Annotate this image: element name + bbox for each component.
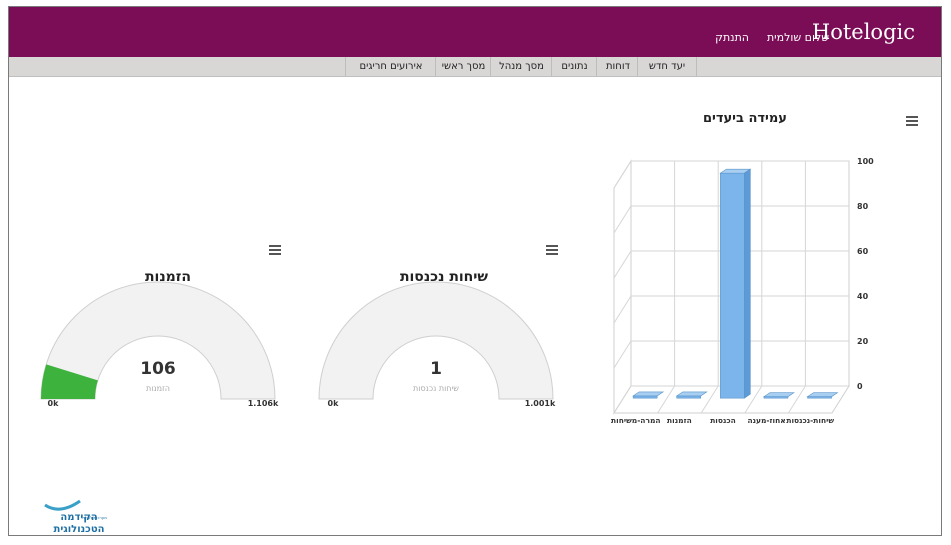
header-bar: Hotelogic שלום שולמית התנתק <box>9 7 941 57</box>
nav-reports[interactable]: דוחות <box>596 57 639 76</box>
user-greeting: שלום שולמית <box>766 31 829 44</box>
gauge-leads-max-label: 1.001k <box>525 399 556 407</box>
gauge-orders: 106 הזמנות 0k 1.106k <box>40 281 279 407</box>
gauge-leads: 1 שיחות נכנסות 0k 1.001k <box>318 281 556 407</box>
gauge-leads-value: 1 <box>430 359 442 379</box>
app-frame: Hotelogic שלום שולמית התנתק יעד חדש דוחו… <box>8 6 942 536</box>
chart-ytick-label: 60 <box>857 247 869 256</box>
chart-xtick-label: אחוז-מענה <box>747 416 785 425</box>
gauge-leads-min-label: 0k <box>328 399 340 407</box>
chart-xtick-label: הזמנות <box>667 416 692 425</box>
chart-ytick-label: 40 <box>857 292 869 301</box>
logo-sub-text: הטכנולוגית <box>53 524 104 535</box>
chart-ytick-label: 20 <box>857 337 869 346</box>
chart-xtick-label: הכנסות <box>710 416 736 425</box>
gauge-leads-menu-icon[interactable] <box>546 245 558 255</box>
nav-new-goal[interactable]: יעד חדש <box>637 57 697 76</box>
gauge-leads-track <box>318 281 554 400</box>
gauge-orders-menu-icon[interactable] <box>269 245 281 255</box>
goals-bar-chart: 0 20 40 60 80 100 המרה-משיחות הזמנות הכנסות אחוז… <box>611 157 874 425</box>
chart-side-wall <box>613 159 632 415</box>
chart-xtick-label: המרה-משיחות <box>611 416 661 425</box>
goals-chart-title: עמידה ביעדים <box>703 111 787 126</box>
goals-chart-menu-icon[interactable] <box>906 116 918 126</box>
logo-swoosh-icon <box>44 499 81 511</box>
chart-ytick-label: 100 <box>857 157 874 166</box>
nav-manager-screen[interactable]: מסך מנהל <box>490 57 552 76</box>
gauge-orders-unit-label: הזמנות <box>146 384 170 393</box>
logo-small-text: מערכות לניהול <box>82 515 108 520</box>
gauge-orders-value: 106 <box>140 359 176 379</box>
nav-main-screen[interactable]: מסך ראשי <box>435 57 491 76</box>
nav-exception-events[interactable]: אירועים חריגים <box>345 57 436 76</box>
chart-ytick-label: 80 <box>857 202 869 211</box>
chart-xtick-label: שיחות-נכנסות <box>786 416 834 425</box>
chart-bar <box>719 168 752 399</box>
gauge-orders-max-label: 1.106k <box>248 399 279 407</box>
chart-ytick-label: 0 <box>857 382 863 391</box>
gauge-orders-min-label: 0k <box>48 399 60 407</box>
logout-link[interactable]: התנתק <box>715 31 749 44</box>
company-logo: הקידמה הטכנולוגית מערכות לניהול <box>44 499 108 535</box>
nav-data[interactable]: נתונים <box>551 57 597 76</box>
gauge-leads-unit-label: שיחות נכנסות <box>413 384 459 393</box>
main-nav: יעד חדש דוחות נתונים מסך מנהל מסך ראשי א… <box>9 57 941 77</box>
